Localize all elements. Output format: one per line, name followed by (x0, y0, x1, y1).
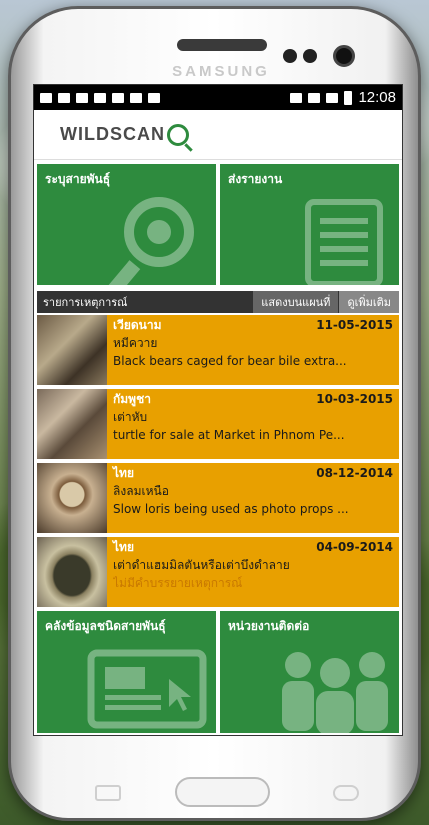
magnifier-animal-icon (103, 197, 194, 285)
app-header: WILDSCAN (34, 110, 402, 160)
chat-icon (94, 92, 106, 103)
system-icons: 12:08 (290, 89, 396, 106)
see-more-button[interactable]: ดูเพิ่มเติม (339, 291, 399, 313)
show-on-map-button[interactable]: แสดงบนแผนที่ (253, 291, 339, 313)
screen: 12:08 WILDSCAN ระบุสายพันธุ์ ส่งรายงาน ร… (33, 84, 403, 736)
signal-icon (326, 92, 339, 103)
menu-softkey-icon[interactable] (95, 785, 121, 801)
incidents-title: รายการเหตุการณ์ (43, 296, 128, 309)
incident-photo (37, 463, 107, 533)
tile-label: ระบุสายพันธุ์ (45, 172, 111, 186)
incident-date: 10-03-2015 (316, 392, 393, 406)
people-group-icon (282, 652, 388, 733)
notification-icons (40, 92, 160, 103)
contacts-tile[interactable]: หน่วยงานติดต่อ (220, 611, 399, 733)
proximity-sensor (283, 49, 297, 63)
incident-species: เต่าดำแฮมมิลตันหรือเต่าบึงดำลาย (113, 558, 290, 572)
tile-label: หน่วยงานติดต่อ (228, 619, 310, 633)
status-time: 12:08 (358, 89, 396, 106)
incident-list: เวียดนาม 11-05-2015 หมีควาย Black bears … (37, 315, 399, 607)
list-item[interactable]: เวียดนาม 11-05-2015 หมีควาย Black bears … (37, 315, 399, 385)
incidents-header: รายการเหตุการณ์ แสดงบนแผนที่ ดูเพิ่มเติม (37, 291, 399, 313)
incident-date: 04-09-2014 (316, 540, 393, 554)
magnifier-logo-icon (167, 123, 189, 146)
wifi-icon (308, 92, 321, 103)
incident-country: เวียดนาม (113, 318, 162, 332)
send-report-tile[interactable]: ส่งรายงาน (220, 164, 399, 285)
incident-date: 08-12-2014 (316, 466, 393, 480)
list-item[interactable]: ไทย 04-09-2014 เต่าดำแฮมมิลตันหรือเต่าบึ… (37, 537, 399, 607)
mail-icon (40, 92, 52, 103)
store-icon (148, 92, 160, 103)
incident-description: turtle for sale at Market in Phnom Pe... (113, 428, 345, 442)
app-logo: WILDSCAN (60, 124, 165, 144)
status-bar: 12:08 (34, 85, 402, 110)
usb-icon (58, 92, 70, 103)
tile-label: ส่งรายงาน (228, 172, 283, 186)
front-camera (333, 45, 355, 67)
incident-country: ไทย (113, 466, 134, 480)
device-brand: SAMSUNG (172, 63, 270, 80)
incident-description: Black bears caged for bear bile extra... (113, 354, 347, 368)
gmail-icon (76, 92, 88, 103)
light-sensor (303, 49, 317, 63)
store-icon (130, 92, 142, 103)
battery-icon (344, 90, 353, 105)
incident-photo (37, 315, 107, 385)
species-database-tile[interactable]: คลังข้อมูลชนิดสายพันธุ์ (37, 611, 216, 733)
list-item[interactable]: ไทย 08-12-2014 ลิงลมเหนือ Slow loris bei… (37, 463, 399, 533)
incident-photo (37, 537, 107, 607)
earpiece-speaker (177, 39, 267, 51)
incident-description: ไม่มีคำบรรยายเหตุการณ์ (113, 576, 243, 590)
incident-species: หมีควาย (113, 336, 158, 350)
top-tiles: ระบุสายพันธุ์ ส่งรายงาน (34, 164, 402, 285)
incident-species: ลิงลมเหนือ (113, 484, 169, 498)
image-icon (112, 92, 124, 103)
document-icon (305, 199, 383, 285)
incident-date: 11-05-2015 (316, 318, 393, 332)
incident-country: กัมพูชา (113, 392, 151, 406)
incident-photo (37, 389, 107, 459)
list-item[interactable]: กัมพูชา 10-03-2015 เต่าหับ turtle for sa… (37, 389, 399, 459)
incident-country: ไทย (113, 540, 134, 554)
incident-description: Slow loris being used as photo props ... (113, 502, 349, 516)
home-button[interactable] (175, 777, 270, 807)
identify-species-tile[interactable]: ระบุสายพันธุ์ (37, 164, 216, 285)
back-softkey-icon[interactable] (333, 785, 359, 801)
mute-icon (290, 92, 303, 103)
incident-species: เต่าหับ (113, 410, 148, 424)
tile-label: คลังข้อมูลชนิดสายพันธุ์ (45, 619, 166, 633)
bottom-tiles: คลังข้อมูลชนิดสายพันธุ์ หน่วยงานติดต่อ (34, 611, 402, 733)
computer-monitor-icon (87, 649, 207, 729)
